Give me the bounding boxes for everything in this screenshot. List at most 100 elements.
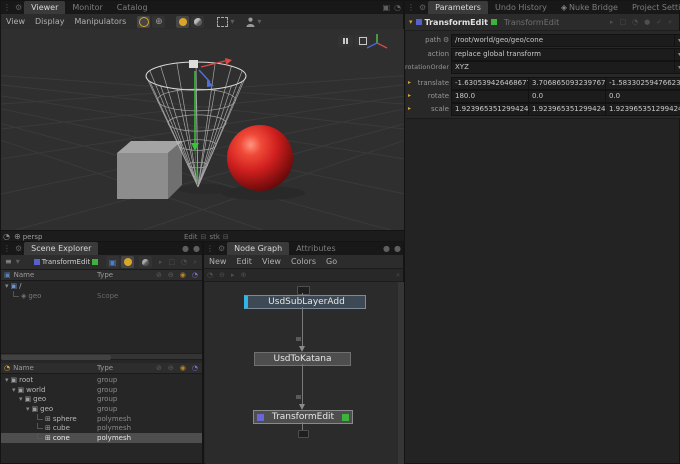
node-graph-canvas[interactable]: UsdSubLayerAdd UsdToKatana TransformEdit xyxy=(205,282,404,464)
stk-label[interactable]: stk xyxy=(209,233,219,241)
collapse-icon[interactable]: ▾ xyxy=(19,395,23,403)
kebab-icon[interactable]: ⋮ xyxy=(1,244,13,254)
gear-icon[interactable]: ⚙ xyxy=(13,3,24,13)
viewport-3d[interactable] xyxy=(1,29,405,230)
state-badge-icon[interactable]: ▸ xyxy=(408,80,411,86)
rotation-order-select[interactable]: XYZ ▾ xyxy=(451,61,680,74)
tab-scene-explorer[interactable]: Scene Explorer xyxy=(24,242,98,255)
shader-view-button[interactable] xyxy=(139,256,152,268)
state-badge-icon[interactable]: ▸ xyxy=(408,93,411,99)
kebab-icon[interactable]: ⋮ xyxy=(204,244,216,254)
rotate-y-input[interactable]: 0.0 xyxy=(528,90,610,103)
type-column-header[interactable]: Type xyxy=(97,271,113,279)
scale-x-input[interactable]: 1.923965351299424 xyxy=(451,103,533,116)
kebab-icon[interactable]: ⋮ xyxy=(1,3,13,13)
search-icon[interactable]: ⌕ xyxy=(190,258,200,267)
wire[interactable] xyxy=(302,422,303,430)
tab-node-graph[interactable]: Node Graph xyxy=(227,242,289,255)
usd-stage-button[interactable]: ▣ xyxy=(106,256,119,268)
wire[interactable] xyxy=(302,307,303,347)
collapse-icon[interactable]: ▾ xyxy=(12,386,16,394)
row-sphere[interactable]: ⊞ sphere polymesh xyxy=(1,414,202,424)
visibility-column-icon[interactable]: ⊘ xyxy=(156,271,162,279)
menu-view[interactable]: View xyxy=(1,17,30,26)
proxy-column-icon[interactable]: ◔ xyxy=(192,271,198,279)
gear-icon[interactable]: ⚙ xyxy=(417,3,428,13)
state-badge-icon[interactable]: ▸ xyxy=(408,106,411,112)
selection-mode-button[interactable]: ▾ xyxy=(217,17,236,27)
expand-caret-icon[interactable]: ▾ xyxy=(409,19,413,25)
menu-manipulators[interactable]: Manipulators xyxy=(69,17,131,26)
camera-select-icon[interactable]: ⊕ xyxy=(12,232,23,242)
dropdown-arrow-icon[interactable]: ▾ xyxy=(674,62,680,73)
panel-menu-icon[interactable]: ● xyxy=(392,244,403,254)
node-usdsublayeradd[interactable]: UsdSubLayerAdd xyxy=(244,295,366,309)
view-flag-icon[interactable] xyxy=(416,19,422,25)
row-root[interactable]: ▾ ▣ root group xyxy=(1,375,202,385)
filter-icon[interactable]: ◔ xyxy=(1,364,13,372)
shading-button[interactable] xyxy=(191,16,204,28)
tab-parameters[interactable]: Parameters xyxy=(428,1,488,14)
filter-icon[interactable]: ▣ xyxy=(1,271,14,279)
render-column-icon[interactable]: ◉ xyxy=(180,271,186,279)
chevron-down-icon[interactable]: ▾ xyxy=(14,257,22,267)
goto-node-icon[interactable]: ▸ xyxy=(607,18,617,27)
visibility-column-icon[interactable]: ⊘ xyxy=(156,364,162,372)
ghost-column-icon[interactable]: ⊖ xyxy=(168,364,174,372)
edit-node-chip[interactable]: TransformEdit xyxy=(34,258,98,266)
tab-attributes[interactable]: Attributes xyxy=(289,242,343,255)
row-world[interactable]: ▾ ▣ world group xyxy=(1,385,202,395)
axis-gizmo[interactable] xyxy=(363,31,391,55)
edit-flag-icon[interactable] xyxy=(342,414,349,421)
name-column-header[interactable]: Name xyxy=(13,364,34,372)
dropdown-arrow-icon[interactable]: ▾ xyxy=(674,35,680,46)
forward-icon[interactable]: ⊖ xyxy=(216,271,228,279)
camera-lock-icon[interactable]: ◔ xyxy=(1,232,12,242)
pause-render-button[interactable] xyxy=(338,35,353,47)
add-node-icon[interactable]: ⊕ xyxy=(238,271,250,279)
path-input[interactable]: /root/world/geo/geo/cone ▾ xyxy=(451,34,680,47)
manipulator-mode-button[interactable]: ▾ xyxy=(246,17,263,27)
edit-flag-icon[interactable] xyxy=(491,19,497,25)
camera-name[interactable]: persp xyxy=(23,233,43,241)
ghost-column-icon[interactable]: ⊖ xyxy=(168,271,174,279)
panel-split-icon[interactable]: ● xyxy=(381,244,392,254)
gear-icon[interactable]: ⚙ xyxy=(216,244,227,254)
type-column-header[interactable]: Type xyxy=(97,364,113,372)
menu-new[interactable]: New xyxy=(204,257,231,266)
lighting-button[interactable] xyxy=(176,16,189,28)
pov-camera-button[interactable] xyxy=(137,16,150,28)
sync-icon[interactable]: ◔ xyxy=(178,258,190,267)
translate-x-input[interactable]: -1.630539426468677 xyxy=(451,77,533,90)
translate-z-input[interactable]: -1.5833025947662365 xyxy=(605,77,680,90)
node-transformedit[interactable]: TransformEdit xyxy=(253,410,353,424)
back-icon[interactable]: ◔ xyxy=(204,271,216,279)
world-view-button[interactable]: ⊕ xyxy=(152,16,165,28)
dropdown-arrow-icon[interactable]: ▾ xyxy=(674,49,680,60)
stage-menu-icon[interactable]: ≡ xyxy=(3,257,14,267)
kebab-icon[interactable]: ⋮ xyxy=(405,3,417,13)
row-cone[interactable]: ⊞ cone polymesh xyxy=(1,433,202,443)
edit-mode-label[interactable]: Edit xyxy=(184,233,198,241)
menu-go[interactable]: Go xyxy=(321,257,342,266)
tab-nuke-bridge[interactable]: ◈ Nuke Bridge xyxy=(554,1,625,14)
panel-menu-icon[interactable]: ● xyxy=(191,244,202,254)
inspect-icon[interactable]: ⌕ xyxy=(665,18,675,27)
menu-view[interactable]: View xyxy=(257,257,286,266)
reset-icon[interactable]: ◔ xyxy=(629,18,641,27)
translate-y-input[interactable]: 3.7068650932397675 xyxy=(528,77,610,90)
row-cube[interactable]: ⊞ cube polymesh xyxy=(1,423,202,433)
katana-view-button[interactable] xyxy=(121,256,134,268)
collapse-icon[interactable]: ▾ xyxy=(26,405,30,413)
frame-node-icon[interactable]: □ xyxy=(616,18,629,27)
tab-undo-history[interactable]: Undo History xyxy=(488,1,554,14)
rotate-x-input[interactable]: 180.0 xyxy=(451,90,533,103)
row-geo-outer[interactable]: ▾ ▣ geo group xyxy=(1,394,202,404)
stk-icon[interactable]: ⊟ xyxy=(223,233,229,241)
scrollbar-thumb[interactable] xyxy=(1,355,111,360)
node-name-secondary[interactable]: TransformEdit xyxy=(504,18,559,27)
view-flag-icon[interactable] xyxy=(257,414,264,421)
tab-viewer[interactable]: Viewer xyxy=(24,1,65,14)
menu-edit[interactable]: Edit xyxy=(231,257,257,266)
panel-split-icon[interactable]: ● xyxy=(180,244,191,254)
